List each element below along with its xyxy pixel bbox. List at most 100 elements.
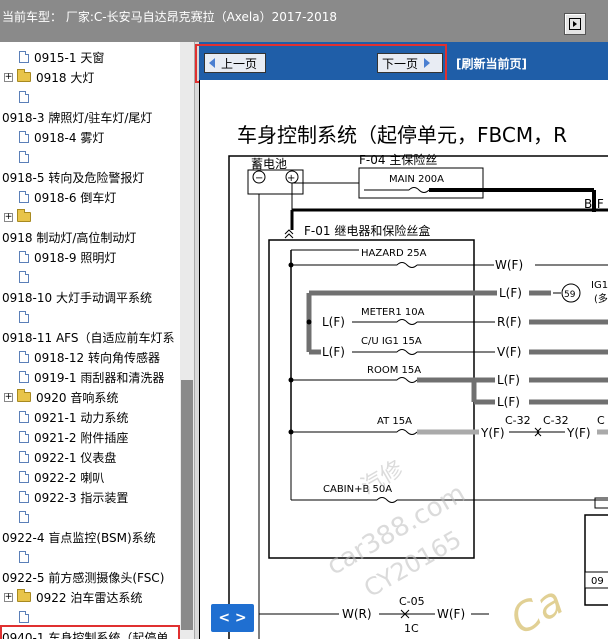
tree-item[interactable]: 0918-12 转向角传感器 xyxy=(4,347,160,367)
folder-icon xyxy=(17,69,31,82)
svg-text:+: + xyxy=(287,173,295,184)
page-icon xyxy=(19,251,29,263)
nav-highlight-box xyxy=(195,44,447,83)
tree-item-label: 0922-3 指示装置 xyxy=(34,490,129,505)
tree-expander-icon[interactable]: + xyxy=(4,592,13,602)
battery-label: 蓄电池 xyxy=(251,157,287,171)
wire-at-label: Y(F) xyxy=(480,426,505,440)
wire-lf-top-label: L(F) xyxy=(499,286,522,300)
num-09-label: 09 xyxy=(591,576,604,587)
fuse-room-label: ROOM 15A xyxy=(367,365,421,376)
tree-item[interactable]: 0918-5 转向及危险警报灯 xyxy=(2,167,144,187)
tree-item[interactable]: 0940-1 车身控制系统（起停单 xyxy=(0,625,180,639)
tree-item[interactable]: 0915-1 天窗 xyxy=(4,47,104,67)
svg-text:−: − xyxy=(255,173,263,184)
tree-item[interactable]: +0918 大灯 xyxy=(4,67,94,87)
page-icon xyxy=(19,451,29,463)
fuse-hazard-label: HAZARD 25A xyxy=(361,248,427,259)
one-c-label: 1C xyxy=(404,622,419,635)
tree-item[interactable]: 0918-6 倒车灯 xyxy=(4,187,116,207)
tree-item[interactable]: +0920 音响系统 xyxy=(4,387,118,407)
page-icon xyxy=(19,191,29,203)
ig1-label: IG1 xyxy=(591,280,608,291)
tree-item[interactable] xyxy=(4,87,29,107)
tree-scrollbar[interactable] xyxy=(180,42,194,639)
fuse-at-label: AT 15A xyxy=(377,416,412,427)
tree-item-label: 0940-1 车身控制系统（起停单 xyxy=(2,630,169,639)
fuse-meter1-label: METER1 10A xyxy=(361,307,425,318)
page-icon xyxy=(19,371,29,383)
tree-item-label: 0922-1 仪表盘 xyxy=(34,450,117,465)
page-icon xyxy=(19,351,29,363)
tree-item-label: 0918-3 牌照灯/驻车灯/尾灯 xyxy=(2,110,153,125)
tree-item[interactable] xyxy=(4,267,29,287)
tree-item[interactable]: 0921-2 附件插座 xyxy=(4,427,128,447)
page-icon xyxy=(19,131,29,143)
tree-item[interactable]: 0922-4 盲点监控(BSM)系统 xyxy=(2,527,156,547)
tree-item-label: 0921-2 附件插座 xyxy=(34,430,129,445)
tree-item[interactable]: 0918-10 大灯手动调平系统 xyxy=(2,287,152,307)
wire-wr-label: W(R) xyxy=(342,607,372,621)
tree-item[interactable]: 0919-1 雨刮器和清洗器 xyxy=(4,367,164,387)
wire-lf-meter-label: L(F) xyxy=(322,315,345,329)
wire-room-label: L(F) xyxy=(497,373,520,387)
page-icon xyxy=(19,271,29,283)
page-switch-button[interactable]: < > xyxy=(211,604,254,632)
tree-item-label: 0918-5 转向及危险警报灯 xyxy=(2,170,145,185)
wire-wf2-label: W(F) xyxy=(437,607,465,621)
panel-toggle-button[interactable] xyxy=(564,13,586,35)
conn-c32b-label: C-32 xyxy=(543,414,569,427)
tree-expander-icon[interactable]: + xyxy=(4,212,13,222)
tree-item[interactable]: + xyxy=(4,207,31,227)
page-icon xyxy=(19,431,29,443)
fuse-cuig1-label: C/U IG1 15A xyxy=(361,336,422,347)
panel-toggle-icon xyxy=(569,18,581,30)
tree-item[interactable]: 0922-3 指示装置 xyxy=(4,487,128,507)
tree-item-label: 0918-12 转向角传感器 xyxy=(34,350,160,365)
conn-c05-label: C-05 xyxy=(399,595,425,608)
tree-item[interactable] xyxy=(4,307,29,327)
tree-item[interactable] xyxy=(4,507,29,527)
page-icon xyxy=(19,411,29,423)
wiring-diagram: 车身控制系统（起停单元，FBCM，R 蓄电池 − + F-04 主保险丝 MAI… xyxy=(199,80,608,639)
page-icon xyxy=(19,51,29,63)
tree-item[interactable]: 0922-1 仪表盘 xyxy=(4,447,116,467)
connector-59-label: 59 xyxy=(564,290,576,300)
tree-item-label: 0915-1 天窗 xyxy=(34,50,105,65)
tree-item[interactable]: 0922-5 前方感测摄像头(FSC) xyxy=(2,567,164,587)
tree-expander-icon[interactable]: + xyxy=(4,392,13,402)
refresh-page-link[interactable]: [刷新当前页] xyxy=(456,55,527,72)
tree-item-label: 0919-1 雨刮器和清洗器 xyxy=(34,370,165,385)
tree-item[interactable] xyxy=(4,607,29,627)
tree-item-label: 0921-1 动力系统 xyxy=(34,410,129,425)
page-icon xyxy=(19,551,29,563)
wire-room-b-label: L(F) xyxy=(497,395,520,409)
window-title: 当前车型： 厂家:C-长安马自达昂克赛拉（Axela）2017-2018 xyxy=(2,10,337,24)
main-fuse-label: MAIN 200A xyxy=(389,174,444,185)
tree-item-label: 0922-2 喇叭 xyxy=(34,470,105,485)
wire-yf-label: Y(F) xyxy=(566,426,591,440)
tree-scroll-thumb[interactable] xyxy=(181,380,193,630)
tree-item[interactable]: 0918-3 牌照灯/驻车灯/尾灯 xyxy=(2,107,152,127)
tree-item-label: 0922-4 盲点监控(BSM)系统 xyxy=(2,530,156,545)
tree-item[interactable]: 0918-11 AFS（自适应前车灯系 xyxy=(2,327,174,347)
conn-c-label: C xyxy=(597,414,605,427)
junction-box-label: F-01 继电器和保险丝盒 xyxy=(304,223,430,238)
chapter-tree[interactable]: 0915-1 天窗 +0918 大灯 0918-3 牌照灯/驻车灯/尾灯 0918-4… xyxy=(0,42,180,639)
note-paren-label: (多 xyxy=(594,292,608,305)
tree-item-label: 0918-4 雾灯 xyxy=(34,130,105,145)
tree-expander-icon[interactable]: + xyxy=(4,72,13,82)
page-icon xyxy=(19,511,29,523)
tree-item-label: 0918-9 照明灯 xyxy=(34,250,117,265)
tree-item[interactable] xyxy=(4,147,29,167)
tree-item[interactable]: 0918-4 雾灯 xyxy=(4,127,104,147)
main-fuse-box-label: F-04 主保险丝 xyxy=(359,152,437,167)
tree-item[interactable] xyxy=(4,547,29,567)
tree-item[interactable]: 0922-2 喇叭 xyxy=(4,467,104,487)
tree-item[interactable]: 0918 制动灯/高位制动灯 xyxy=(2,227,136,247)
tree-item[interactable]: 0918-9 照明灯 xyxy=(4,247,116,267)
tree-item[interactable]: +0922 泊车雷达系统 xyxy=(4,587,142,607)
tree-item-label: 0918-6 倒车灯 xyxy=(34,190,117,205)
folder-icon xyxy=(17,209,31,222)
tree-item[interactable]: 0921-1 动力系统 xyxy=(4,407,128,427)
